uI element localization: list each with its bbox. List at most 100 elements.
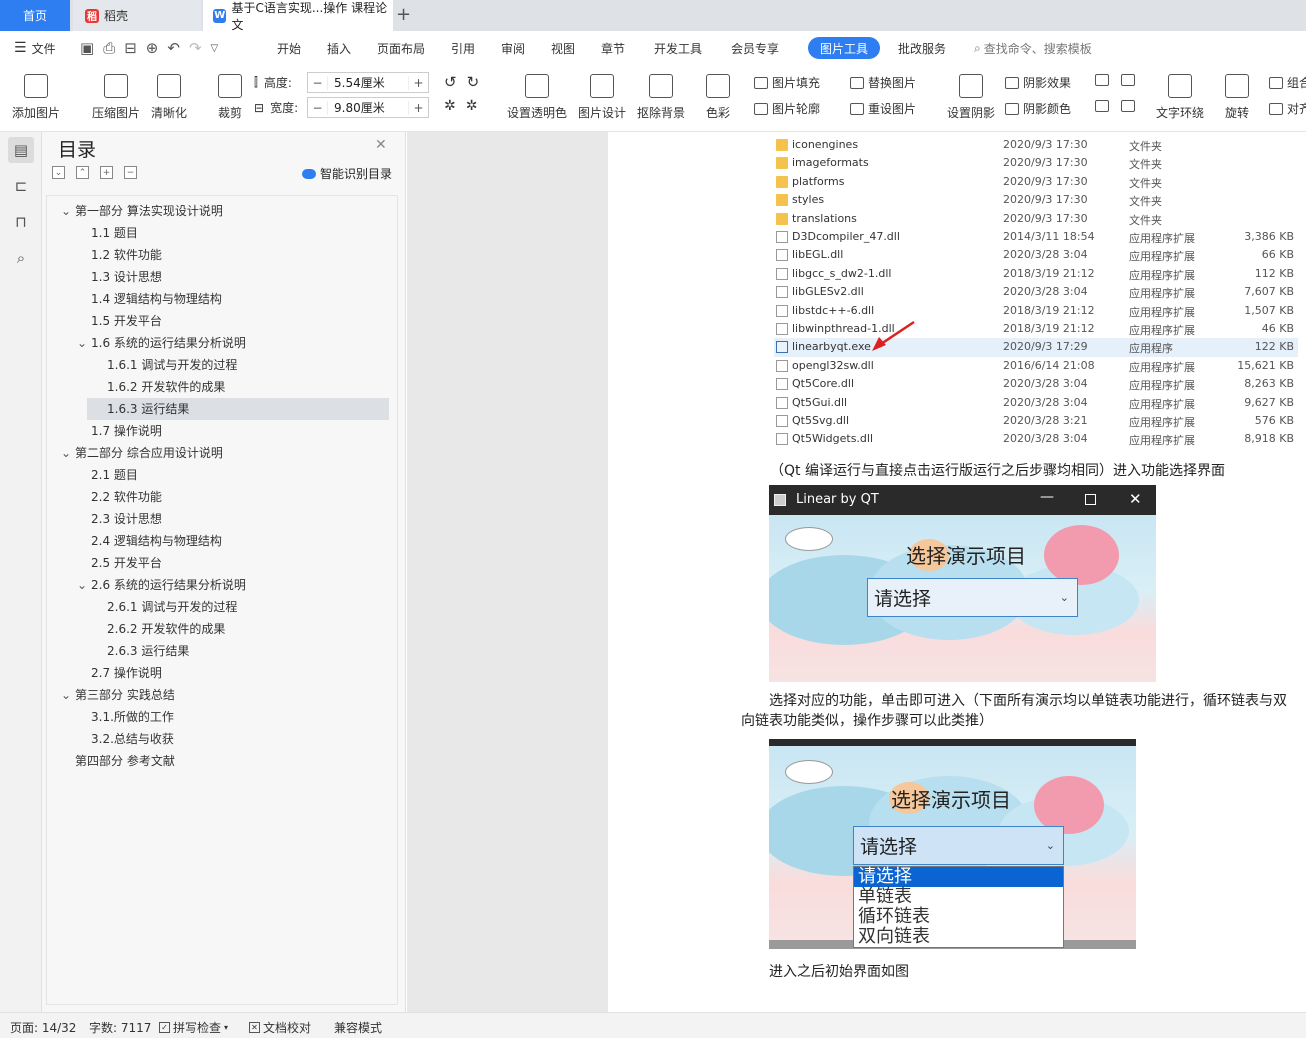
compress-image-button[interactable]: 压缩图片 xyxy=(92,65,140,121)
align-button[interactable]: 对齐 xyxy=(1269,100,1306,117)
image-fill-button[interactable]: 图片填充 xyxy=(754,74,820,91)
toc-item[interactable]: 2.6.3 运行结果 xyxy=(47,640,397,662)
smart-toc-button[interactable]: 智能识别目录 xyxy=(302,165,392,182)
chevron-down-icon[interactable]: ⌄ xyxy=(61,442,71,464)
height-increase-button[interactable]: + xyxy=(408,75,428,90)
width-input[interactable]: −9.80厘米 + xyxy=(307,97,429,118)
toc-item[interactable]: 2.2 软件功能 xyxy=(47,486,397,508)
toc-item[interactable]: 1.2 软件功能 xyxy=(47,244,397,266)
add-heading-icon[interactable]: + xyxy=(100,166,113,179)
rotate-left-icon[interactable]: ↺ xyxy=(444,73,457,91)
undo-icon[interactable]: ↶ xyxy=(167,39,180,57)
menu-review[interactable]: 审阅 xyxy=(501,31,525,65)
close-icon[interactable]: ✕ xyxy=(375,137,387,153)
chevron-down-icon[interactable]: ⌄ xyxy=(61,200,71,222)
width-increase-button[interactable]: + xyxy=(408,100,428,115)
command-search[interactable]: ⌕ 查找命令、搜索模板 xyxy=(974,31,1092,65)
preview-icon[interactable]: ⊕ xyxy=(146,39,159,57)
tab-document[interactable]: W 基于C语言实现...操作 课程论文 xyxy=(203,0,393,32)
shadow-color-button[interactable]: 阴影颜色 xyxy=(1005,100,1071,117)
toc-item[interactable]: ⌄ 第三部分 实践总结 xyxy=(47,684,397,706)
expand-all-icon[interactable]: ⌄ xyxy=(52,166,65,179)
reset-image-button[interactable]: 重设图片 xyxy=(850,100,916,117)
word-count[interactable]: 字数: 7117 xyxy=(89,1019,151,1036)
toc-item[interactable]: 2.4 逻辑结构与物理结构 xyxy=(47,530,397,552)
height-value[interactable]: 5.54厘米 xyxy=(328,74,408,91)
nudge-up-icon[interactable] xyxy=(1095,74,1109,86)
remove-background-button[interactable]: 抠除背景 xyxy=(637,65,685,121)
toc-item[interactable]: 3.1.所做的工作 xyxy=(47,706,397,728)
image-outline-button[interactable]: 图片轮廓 xyxy=(754,100,820,117)
rotate-right-icon[interactable]: ↻ xyxy=(467,73,480,91)
page-count[interactable]: 页面: 14/32 xyxy=(10,1019,76,1036)
height-input[interactable]: −5.54厘米 + xyxy=(307,72,429,93)
search-icon[interactable]: ⌕ xyxy=(8,245,34,271)
menu-insert[interactable]: 插入 xyxy=(327,31,351,65)
redo-icon[interactable]: ↷ xyxy=(189,39,202,57)
width-value[interactable]: 9.80厘米 xyxy=(328,99,408,116)
menu-start[interactable]: 开始 xyxy=(277,31,301,65)
toc-item[interactable]: 2.6.2 开发软件的成果 xyxy=(47,618,397,640)
collapse-all-icon[interactable]: ⌃ xyxy=(76,166,89,179)
remove-heading-icon[interactable]: − xyxy=(124,166,137,179)
set-shadow-button[interactable]: 设置阴影 xyxy=(947,65,995,121)
toc-item[interactable]: 1.7 操作说明 xyxy=(47,420,397,442)
toc-item[interactable]: 第四部分 参考文献 xyxy=(47,750,397,772)
bookmark-icon[interactable]: ⊓ xyxy=(8,209,34,235)
toc-item[interactable]: 1.1 题目 xyxy=(47,222,397,244)
nudge-right-icon[interactable] xyxy=(1121,100,1135,112)
toc-item[interactable]: 2.1 题目 xyxy=(47,464,397,486)
image-design-button[interactable]: 图片设计 xyxy=(578,65,626,121)
replace-image-button[interactable]: 替换图片 xyxy=(850,74,916,91)
toc-item[interactable]: 1.6.2 开发软件的成果 xyxy=(47,376,397,398)
text-wrap-button[interactable]: 文字环绕 xyxy=(1156,65,1204,121)
shadow-effect-button[interactable]: 阴影效果 xyxy=(1005,74,1071,91)
rotate-button[interactable]: 旋转 xyxy=(1225,65,1249,121)
width-decrease-button[interactable]: − xyxy=(308,100,328,115)
chevron-down-icon[interactable]: ⌄ xyxy=(77,332,87,354)
nudge-down-icon[interactable] xyxy=(1121,74,1135,86)
flip-horizontal-icon[interactable]: ✲ xyxy=(444,98,456,114)
chevron-down-icon[interactable]: ⌄ xyxy=(77,574,87,596)
sharpen-button[interactable]: 清晰化 xyxy=(151,65,187,121)
toc-item[interactable]: ⌄ 2.6 系统的运行结果分析说明 xyxy=(47,574,397,596)
toc-item[interactable]: ⌄ 1.6 系统的运行结果分析说明 xyxy=(47,332,397,354)
toc-item[interactable]: 1.3 设计思想 xyxy=(47,266,397,288)
menu-references[interactable]: 引用 xyxy=(451,31,475,65)
menu-page-layout[interactable]: 页面布局 xyxy=(377,31,425,65)
menu-chapter[interactable]: 章节 xyxy=(601,31,625,65)
chevron-down-icon[interactable]: ⌄ xyxy=(61,684,71,706)
export-pdf-icon[interactable]: ⎙ xyxy=(103,39,115,57)
toc-item[interactable]: 1.5 开发平台 xyxy=(47,310,397,332)
toc-item[interactable]: 2.3 设计思想 xyxy=(47,508,397,530)
height-decrease-button[interactable]: − xyxy=(308,75,328,90)
save-icon[interactable]: ▣ xyxy=(80,39,94,57)
color-button[interactable]: 色彩 xyxy=(706,65,730,121)
outline-panel-icon[interactable]: ⊏ xyxy=(8,173,34,199)
toc-item[interactable]: 1.6.1 调试与开发的过程 xyxy=(47,354,397,376)
proofread-button[interactable]: ✕ 文档校对 xyxy=(249,1019,311,1036)
menu-view[interactable]: 视图 xyxy=(551,31,575,65)
toc-item[interactable]: 1.4 逻辑结构与物理结构 xyxy=(47,288,397,310)
toc-item[interactable]: 2.7 操作说明 xyxy=(47,662,397,684)
more-chevron-icon[interactable]: ▽ xyxy=(211,43,219,54)
group-button[interactable]: 组合 xyxy=(1269,74,1306,91)
add-image-button[interactable]: 添加图片 xyxy=(12,65,60,121)
spell-check-button[interactable]: ✓ 拼写检查 ▾ xyxy=(159,1019,228,1036)
toc-item[interactable]: ⌄ 第二部分 综合应用设计说明 xyxy=(47,442,397,464)
toc-item[interactable]: 2.6.1 调试与开发的过程 xyxy=(47,596,397,618)
menu-dev-tools[interactable]: 开发工具 xyxy=(654,31,702,65)
print-icon[interactable]: ⊟ xyxy=(124,39,137,57)
file-menu[interactable]: ☰ 文件 xyxy=(14,31,56,65)
menu-picture-tools[interactable]: 图片工具 xyxy=(808,37,881,59)
flip-vertical-icon[interactable]: ✲ xyxy=(466,98,478,114)
toc-item[interactable]: ⌄ 第一部分 算法实现设计说明 xyxy=(47,200,397,222)
set-transparent-button[interactable]: 设置透明色 xyxy=(507,65,567,121)
toc-item[interactable]: 1.6.3 运行结果 xyxy=(87,398,389,420)
new-tab-button[interactable]: + xyxy=(396,4,411,25)
toc-item[interactable]: 2.5 开发平台 xyxy=(47,552,397,574)
tab-home[interactable]: 首页 xyxy=(0,0,70,31)
toc-panel-icon[interactable]: ▤ xyxy=(8,137,34,163)
tab-docer[interactable]: 稻稻壳 xyxy=(73,0,201,31)
toc-item[interactable]: 3.2.总结与收获 xyxy=(47,728,397,750)
